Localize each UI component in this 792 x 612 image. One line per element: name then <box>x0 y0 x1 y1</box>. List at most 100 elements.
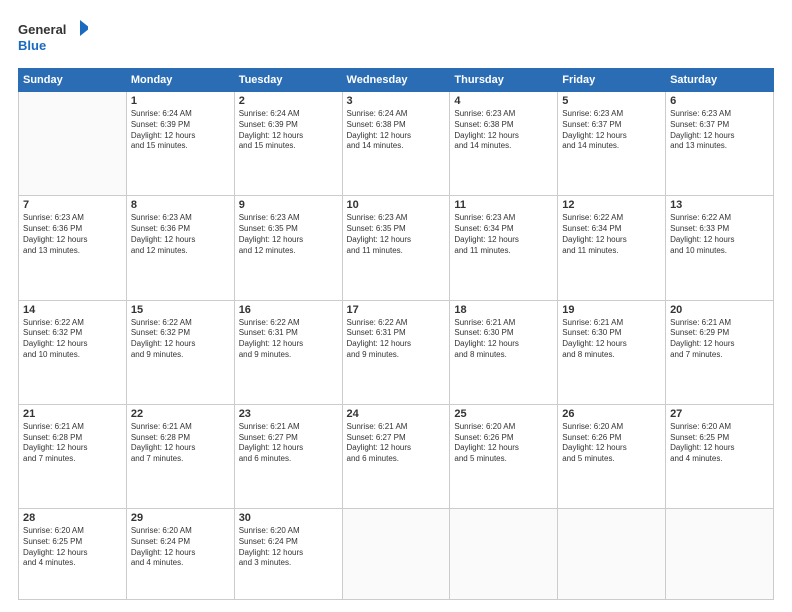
svg-text:Blue: Blue <box>18 38 46 53</box>
day-info: Sunrise: 6:22 AM Sunset: 6:32 PM Dayligh… <box>131 318 230 361</box>
weekday-header-wednesday: Wednesday <box>342 69 450 92</box>
calendar-cell: 4 Sunrise: 6:23 AM Sunset: 6:38 PM Daylig… <box>450 92 558 196</box>
calendar-cell: 1Sunrise: 6:24 AM Sunset: 6:39 PM Daylig… <box>126 92 234 196</box>
calendar-cell: 18 Sunrise: 6:21 AM Sunset: 6:30 PM Dayli… <box>450 300 558 404</box>
day-info: Sunrise: 6:21 AM Sunset: 6:27 PM Dayligh… <box>347 422 446 465</box>
day-info: Sunrise: 6:23 AM Sunset: 6:37 PM Dayligh… <box>562 109 661 152</box>
day-info: Sunrise: 6:23 AM Sunset: 6:36 PM Dayligh… <box>23 213 122 256</box>
weekday-header-sunday: Sunday <box>19 69 127 92</box>
calendar-cell <box>19 92 127 196</box>
calendar-cell: 11 Sunrise: 6:23 AM Sunset: 6:34 PM Dayli… <box>450 196 558 300</box>
day-number: 3 <box>347 95 446 107</box>
day-info: Sunrise: 6:21 AM Sunset: 6:29 PM Dayligh… <box>670 318 769 361</box>
day-number: 18 <box>454 304 553 316</box>
day-number: 10 <box>347 199 446 211</box>
day-number: 20 <box>670 304 769 316</box>
day-number: 7 <box>23 199 122 211</box>
day-number: 25 <box>454 408 553 420</box>
header: General Blue <box>18 18 774 58</box>
calendar-cell: 27 Sunrise: 6:20 AM Sunset: 6:25 PM Dayli… <box>666 404 774 508</box>
week-row-5: 28 Sunrise: 6:20 AM Sunset: 6:25 PM Dayli… <box>19 509 774 600</box>
day-number: 12 <box>562 199 661 211</box>
week-row-2: 7 Sunrise: 6:23 AM Sunset: 6:36 PM Daylig… <box>19 196 774 300</box>
weekday-header-saturday: Saturday <box>666 69 774 92</box>
calendar-cell: 16 Sunrise: 6:22 AM Sunset: 6:31 PM Dayli… <box>234 300 342 404</box>
day-info: Sunrise: 6:22 AM Sunset: 6:32 PM Dayligh… <box>23 318 122 361</box>
day-number: 28 <box>23 512 122 524</box>
day-info: Sunrise: 6:22 AM Sunset: 6:31 PM Dayligh… <box>347 318 446 361</box>
calendar-cell <box>666 509 774 600</box>
calendar-cell: 17Sunrise: 6:22 AM Sunset: 6:31 PM Dayli… <box>342 300 450 404</box>
day-number: 6 <box>670 95 769 107</box>
day-number: 8 <box>131 199 230 211</box>
page: General Blue SundayMondayTuesdayWednesda… <box>0 0 792 612</box>
generalblue-logo: General Blue <box>18 18 88 58</box>
calendar-cell: 2Sunrise: 6:24 AM Sunset: 6:39 PM Daylig… <box>234 92 342 196</box>
day-info: Sunrise: 6:23 AM Sunset: 6:34 PM Dayligh… <box>454 213 553 256</box>
day-info: Sunrise: 6:21 AM Sunset: 6:28 PM Dayligh… <box>131 422 230 465</box>
day-number: 24 <box>347 408 446 420</box>
calendar-cell: 21 Sunrise: 6:21 AM Sunset: 6:28 PM Dayli… <box>19 404 127 508</box>
day-info: Sunrise: 6:22 AM Sunset: 6:34 PM Dayligh… <box>562 213 661 256</box>
day-info: Sunrise: 6:23 AM Sunset: 6:38 PM Dayligh… <box>454 109 553 152</box>
calendar-cell: 13 Sunrise: 6:22 AM Sunset: 6:33 PM Dayli… <box>666 196 774 300</box>
day-info: Sunrise: 6:24 AM Sunset: 6:38 PM Dayligh… <box>347 109 446 152</box>
calendar-cell: 3 Sunrise: 6:24 AM Sunset: 6:38 PM Daylig… <box>342 92 450 196</box>
calendar-cell: 9 Sunrise: 6:23 AM Sunset: 6:35 PM Daylig… <box>234 196 342 300</box>
day-info: Sunrise: 6:23 AM Sunset: 6:35 PM Dayligh… <box>239 213 338 256</box>
day-info: Sunrise: 6:21 AM Sunset: 6:30 PM Dayligh… <box>562 318 661 361</box>
day-number: 4 <box>454 95 553 107</box>
day-info: Sunrise: 6:23 AM Sunset: 6:35 PM Dayligh… <box>347 213 446 256</box>
calendar-cell: 19 Sunrise: 6:21 AM Sunset: 6:30 PM Dayli… <box>558 300 666 404</box>
calendar-cell: 24 Sunrise: 6:21 AM Sunset: 6:27 PM Dayli… <box>342 404 450 508</box>
day-info: Sunrise: 6:22 AM Sunset: 6:33 PM Dayligh… <box>670 213 769 256</box>
day-number: 11 <box>454 199 553 211</box>
day-number: 2 <box>239 95 338 107</box>
calendar-cell: 6 Sunrise: 6:23 AM Sunset: 6:37 PM Daylig… <box>666 92 774 196</box>
day-number: 16 <box>239 304 338 316</box>
calendar-cell: 26Sunrise: 6:20 AM Sunset: 6:26 PM Dayli… <box>558 404 666 508</box>
day-number: 14 <box>23 304 122 316</box>
weekday-header-thursday: Thursday <box>450 69 558 92</box>
calendar-cell: 23Sunrise: 6:21 AM Sunset: 6:27 PM Dayli… <box>234 404 342 508</box>
day-info: Sunrise: 6:22 AM Sunset: 6:31 PM Dayligh… <box>239 318 338 361</box>
calendar-cell: 20 Sunrise: 6:21 AM Sunset: 6:29 PM Dayli… <box>666 300 774 404</box>
day-info: Sunrise: 6:20 AM Sunset: 6:25 PM Dayligh… <box>670 422 769 465</box>
weekday-header-row: SundayMondayTuesdayWednesdayThursdayFrid… <box>19 69 774 92</box>
calendar-cell: 14 Sunrise: 6:22 AM Sunset: 6:32 PM Dayli… <box>19 300 127 404</box>
week-row-3: 14 Sunrise: 6:22 AM Sunset: 6:32 PM Dayli… <box>19 300 774 404</box>
day-number: 9 <box>239 199 338 211</box>
weekday-header-tuesday: Tuesday <box>234 69 342 92</box>
day-number: 30 <box>239 512 338 524</box>
calendar-cell <box>342 509 450 600</box>
day-info: Sunrise: 6:20 AM Sunset: 6:25 PM Dayligh… <box>23 526 122 569</box>
day-info: Sunrise: 6:20 AM Sunset: 6:26 PM Dayligh… <box>454 422 553 465</box>
day-info: Sunrise: 6:21 AM Sunset: 6:27 PM Dayligh… <box>239 422 338 465</box>
calendar-cell <box>450 509 558 600</box>
week-row-1: 1Sunrise: 6:24 AM Sunset: 6:39 PM Daylig… <box>19 92 774 196</box>
calendar-cell: 25 Sunrise: 6:20 AM Sunset: 6:26 PM Dayli… <box>450 404 558 508</box>
day-number: 21 <box>23 408 122 420</box>
weekday-header-monday: Monday <box>126 69 234 92</box>
day-info: Sunrise: 6:21 AM Sunset: 6:28 PM Dayligh… <box>23 422 122 465</box>
day-info: Sunrise: 6:23 AM Sunset: 6:37 PM Dayligh… <box>670 109 769 152</box>
day-info: Sunrise: 6:21 AM Sunset: 6:30 PM Dayligh… <box>454 318 553 361</box>
calendar-table: SundayMondayTuesdayWednesdayThursdayFrid… <box>18 68 774 600</box>
calendar-cell: 8Sunrise: 6:23 AM Sunset: 6:36 PM Daylig… <box>126 196 234 300</box>
calendar-cell: 22Sunrise: 6:21 AM Sunset: 6:28 PM Dayli… <box>126 404 234 508</box>
week-row-4: 21 Sunrise: 6:21 AM Sunset: 6:28 PM Dayli… <box>19 404 774 508</box>
svg-text:General: General <box>18 22 66 37</box>
calendar-cell: 7 Sunrise: 6:23 AM Sunset: 6:36 PM Daylig… <box>19 196 127 300</box>
day-number: 13 <box>670 199 769 211</box>
weekday-header-friday: Friday <box>558 69 666 92</box>
day-number: 29 <box>131 512 230 524</box>
day-number: 19 <box>562 304 661 316</box>
logo: General Blue <box>18 18 88 58</box>
calendar-cell: 28 Sunrise: 6:20 AM Sunset: 6:25 PM Dayli… <box>19 509 127 600</box>
day-number: 5 <box>562 95 661 107</box>
day-number: 27 <box>670 408 769 420</box>
calendar-cell: 15Sunrise: 6:22 AM Sunset: 6:32 PM Dayli… <box>126 300 234 404</box>
calendar-cell: 10 Sunrise: 6:23 AM Sunset: 6:35 PM Dayli… <box>342 196 450 300</box>
day-info: Sunrise: 6:20 AM Sunset: 6:26 PM Dayligh… <box>562 422 661 465</box>
day-info: Sunrise: 6:24 AM Sunset: 6:39 PM Dayligh… <box>131 109 230 152</box>
